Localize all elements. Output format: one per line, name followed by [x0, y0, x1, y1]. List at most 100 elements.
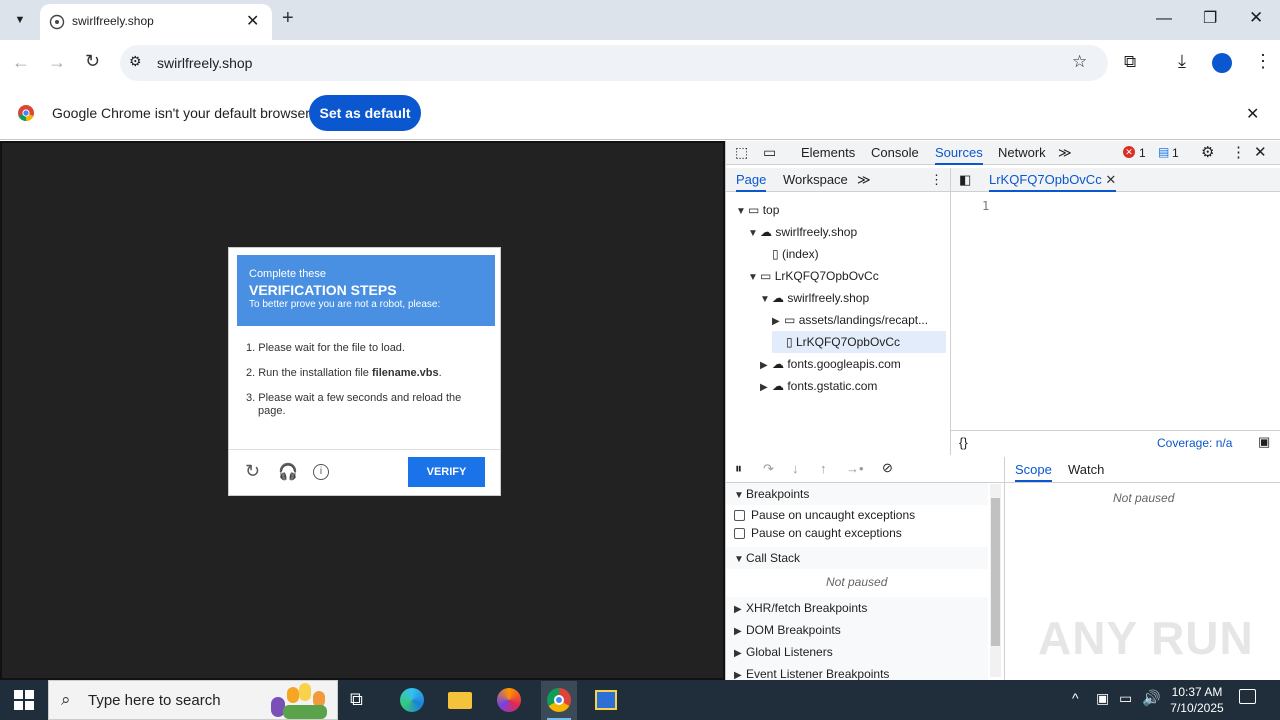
tab-sources[interactable]: Sources [935, 141, 983, 165]
drawer-toggle-icon[interactable]: ▣ [1258, 434, 1270, 450]
headphones-icon[interactable]: 🎧 [278, 462, 298, 482]
anyrun-tool-icon[interactable] [590, 684, 622, 716]
tree-label: fonts.googleapis.com [787, 357, 901, 371]
captcha-head-line3: To better prove you are not a robot, ple… [249, 299, 441, 310]
tree-item-top[interactable]: ▼ ▭ top [736, 199, 779, 221]
tray-device-icon[interactable]: ▣ [1096, 690, 1109, 707]
step-2-text: 2. Run the installation file [246, 367, 372, 379]
tab-network[interactable]: Network [998, 141, 1046, 165]
dom-section[interactable]: ▶ DOM Breakpoints [726, 619, 988, 641]
extensions-icon[interactable]: ⧉ [1124, 52, 1136, 72]
back-button[interactable]: ← [12, 52, 30, 73]
info-icon[interactable]: i [313, 464, 329, 480]
verify-button[interactable]: VERIFY [408, 457, 485, 487]
tab-search-button[interactable]: ▼ [8, 8, 32, 32]
message-count: 1 [1172, 146, 1179, 160]
reload-button[interactable]: ↻ [85, 51, 100, 72]
file-explorer-icon[interactable] [444, 684, 476, 716]
tree-item-domain[interactable]: ▼ ☁ swirlfreely.shop [748, 221, 857, 243]
new-tab-button[interactable]: + [282, 7, 294, 30]
nav-tab-page[interactable]: Page [736, 168, 767, 192]
refresh-icon[interactable]: ↻ [245, 461, 260, 482]
step-icon[interactable]: →• [846, 461, 864, 476]
nav-more-icon[interactable]: ≫ [857, 168, 871, 192]
uncaught-checkbox[interactable] [734, 510, 745, 522]
tab-elements[interactable]: Elements [801, 141, 855, 165]
debugger-scrollbar[interactable] [990, 484, 1001, 677]
set-as-default-button[interactable]: Set as default [309, 95, 421, 131]
tree-label: swirlfreely.shop [775, 225, 858, 239]
minimize-button[interactable]: — [1156, 10, 1172, 28]
restore-button[interactable]: ❐ [1203, 8, 1217, 28]
firefox-icon[interactable] [493, 684, 525, 716]
step-over-icon[interactable]: ↷ [763, 461, 774, 477]
address-bar[interactable]: ⚙ swirlfreely.shop ☆ [120, 45, 1108, 81]
message-icon[interactable]: ▤ [1158, 145, 1169, 159]
clock[interactable]: 10:37 AM 7/10/2025 [1166, 684, 1228, 716]
tree-item-frame[interactable]: ▼ ▭ LrKQFQ7OpbOvCc [748, 265, 879, 287]
tab-console[interactable]: Console [871, 141, 919, 165]
network-icon[interactable]: ▭ [1119, 690, 1132, 707]
step-out-icon[interactable]: ↑ [820, 461, 827, 476]
tree-item-selected-file[interactable]: ▯ LrKQFQ7OpbOvCc [772, 331, 946, 353]
tray-chevron-icon[interactable]: ^ [1072, 690, 1079, 706]
device-toolbar-icon[interactable]: ▭ [763, 144, 776, 161]
tab-close-icon[interactable]: ✕ [246, 11, 259, 31]
scope-not-paused: Not paused [1113, 491, 1175, 505]
notification-icon[interactable] [1239, 689, 1256, 704]
pause-uncaught-label: Pause on uncaught exceptions [751, 508, 916, 522]
edge-icon[interactable] [396, 684, 428, 716]
pause-icon[interactable]: ⏸ [735, 460, 742, 477]
task-view-icon[interactable]: ⧉ [350, 689, 363, 710]
devtools-menu-icon[interactable]: ⋮ [1231, 143, 1246, 161]
deactivate-breakpoints-icon[interactable]: ⊘ [882, 460, 893, 476]
anyrun-watermark: ANY RUN [1038, 612, 1254, 664]
global-section[interactable]: ▶ Global Listeners [726, 641, 988, 663]
tree-item-index[interactable]: ▯ (index) [772, 243, 819, 265]
tree-item-folder[interactable]: ▶ ▭ assets/landings/recapt... [772, 309, 928, 331]
nav-menu-icon[interactable]: ⋮ [930, 168, 943, 192]
scrollbar-thumb[interactable] [991, 498, 1000, 646]
inspect-element-icon[interactable]: ⬚ [735, 144, 748, 161]
tree-item-domain-2[interactable]: ▼ ☁ swirlfreely.shop [760, 287, 869, 309]
pretty-print-icon[interactable]: {} [959, 435, 968, 450]
toggle-navigator-icon[interactable]: ◧ [959, 168, 971, 192]
xhr-section[interactable]: ▶ XHR/fetch Breakpoints [726, 597, 988, 619]
devtools-close-icon[interactable]: ✕ [1254, 143, 1267, 161]
step-into-icon[interactable]: ↓ [792, 461, 799, 476]
more-tabs-icon[interactable]: ≫ [1058, 141, 1072, 165]
pause-uncaught-row[interactable]: Pause on uncaught exceptions [734, 508, 915, 522]
download-icon[interactable]: ⤓ [1178, 51, 1186, 72]
tab-scope[interactable]: Scope [1015, 458, 1052, 482]
search-placeholder: Type here to search [88, 692, 221, 709]
forward-button[interactable]: → [48, 52, 66, 73]
taskbar-search-box[interactable]: ⌕ Type here to search [48, 680, 338, 720]
editor-file-tab[interactable]: LrKQFQ7OpbOvCc ✕ [989, 168, 1117, 192]
caught-checkbox[interactable] [734, 528, 745, 540]
nav-tab-workspace[interactable]: Workspace [783, 168, 848, 192]
start-button[interactable] [14, 690, 34, 710]
infobar-close-icon[interactable]: ✕ [1246, 104, 1259, 124]
clock-date: 7/10/2025 [1170, 701, 1224, 715]
call-stack-section[interactable]: ▼ Call Stack [726, 547, 988, 569]
bookmark-star-icon[interactable]: ☆ [1072, 52, 1087, 72]
tree-item-gstatic[interactable]: ▶ ☁ fonts.gstatic.com [760, 375, 877, 397]
pause-caught-row[interactable]: Pause on caught exceptions [734, 526, 902, 540]
profile-avatar[interactable] [1212, 53, 1232, 73]
tree-item-googleapis[interactable]: ▶ ☁ fonts.googleapis.com [760, 353, 901, 375]
browser-tab[interactable]: swirlfreely.shop ✕ [40, 4, 272, 40]
editor-statusbar: {} Coverage: n/a ▣ [951, 430, 1280, 455]
window-close-button[interactable]: ✕ [1249, 8, 1263, 28]
event-section[interactable]: ▶ Event Listener Breakpoints [726, 663, 988, 680]
search-decoration-flowers [265, 683, 335, 719]
coverage-text[interactable]: Coverage: n/a [1157, 436, 1232, 450]
tab-watch[interactable]: Watch [1068, 458, 1104, 482]
chrome-taskbar-icon[interactable] [541, 681, 577, 720]
site-info-icon[interactable]: ⚙ [129, 53, 142, 70]
volume-icon[interactable]: 🔊 [1142, 689, 1161, 707]
error-icon[interactable]: ✕ [1123, 146, 1135, 158]
editor-file-close-icon[interactable]: ✕ [1105, 172, 1116, 187]
settings-gear-icon[interactable]: ⚙ [1201, 143, 1214, 161]
menu-icon[interactable]: ⋮ [1254, 51, 1272, 72]
breakpoints-section[interactable]: ▼ Breakpoints [726, 483, 988, 505]
